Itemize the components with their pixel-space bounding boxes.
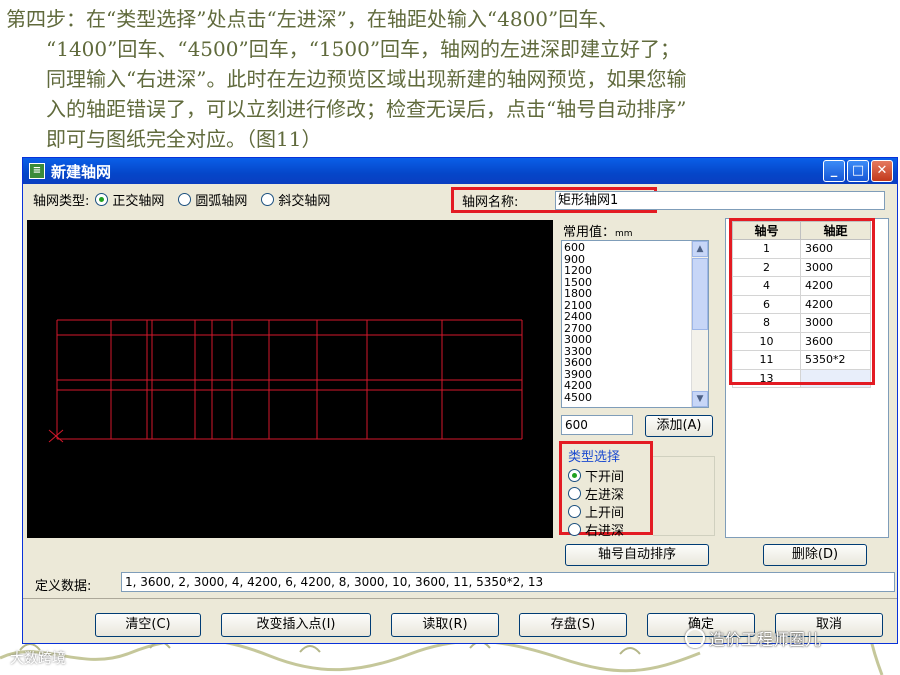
radio-label: 右进深 [585,523,625,539]
radio-dot [261,193,275,206]
radio-label: 上开间 [585,505,625,521]
grid-name-input[interactable]: 矩形轴网1 [555,191,885,210]
radio-label: 左进深 [585,487,625,503]
window-title: 新建轴网 [51,162,112,181]
corner-watermark: 大数跨境 [10,651,66,667]
common-value-item[interactable]: 1800 [564,288,706,300]
unit-label: mm [615,229,633,239]
common-values-list[interactable]: 600 900 1200 1500 1800 2100 2400 2700 3000 3300 36… [561,240,709,408]
type-select-title: 类型选择 [568,450,621,465]
grid-name-label: 轴网名称: [462,194,519,210]
radio-dot [568,522,581,536]
radio-bottom-bay[interactable]: 下开间 [568,466,644,485]
instruction-line: 即可与图纸完全对应。（图11） [46,127,322,151]
radio-dot [568,486,581,500]
radio-dot [568,504,581,518]
close-button[interactable]: ✕ [871,160,893,182]
scroll-thumb[interactable] [692,258,708,330]
common-value-item[interactable]: 600 [564,242,706,254]
definition-data-input[interactable]: 1, 3600, 2, 3000, 4, 4200, 6, 4200, 8, 3… [121,572,895,592]
slide-instructions: 第四步：在“类型选择”处点击“左进深”，在轴距处输入“4800”回车、 “140… [6,4,886,154]
minimize-button[interactable]: _ [823,160,845,182]
common-value-item[interactable]: 3000 [564,334,706,346]
scroll-down-icon[interactable]: ▼ [692,391,708,407]
common-value-item[interactable]: 4200 [564,380,706,392]
radio-dot [178,193,192,206]
list-scrollbar[interactable]: ▲ ▼ [691,241,708,407]
app-icon: ≡ [29,163,45,179]
clear-button[interactable]: 清空(C) [95,613,201,637]
wechat-watermark: 造价工程师圈儿 [685,626,821,650]
radio-left-depth[interactable]: 左进深 [568,484,644,503]
axis-table-highlight [729,218,875,385]
radio-arc-grid[interactable]: 圆弧轴网 [178,190,247,209]
definition-data-label: 定义数据: [35,579,92,594]
instruction-line: “1400”回车、“4500”回车，“1500”回车，轴网的左进深即建立好了； [46,37,681,61]
radio-label: 斜交轴网 [278,194,331,209]
watermark-text: 造价工程师圈儿 [709,630,822,649]
scroll-up-icon[interactable]: ▲ [692,241,708,257]
common-values-label: 常用值：mm [563,221,633,240]
wechat-icon [685,628,705,648]
radio-dot [568,468,581,482]
divider [23,598,897,599]
radio-label: 下开间 [585,469,625,485]
type-group-frame [653,456,715,536]
new-axis-grid-dialog: ≡ 新建轴网 _ □ ✕ 轴网类型: 正交轴网 圆弧轴网 斜交轴网 轴网名称: … [22,157,898,644]
radio-right-depth[interactable]: 右进深 [568,520,644,539]
instruction-line: 入的轴距错误了，可以立刻进行修改；检查无误后，点击“轴号自动排序” [46,97,687,121]
delete-button[interactable]: 删除(D) [763,544,867,566]
add-button[interactable]: 添加(A) [645,415,713,437]
instruction-line: 同理输入“右进深”。此时在左边预览区域出现新建的轴网预览，如果您输 [46,67,687,91]
common-value-item[interactable]: 3600 [564,357,706,369]
common-value-item[interactable]: 1200 [564,265,706,277]
radio-top-bay[interactable]: 上开间 [568,502,644,521]
common-values-text: 常用值： [563,225,616,240]
spacing-value-input[interactable]: 600 [561,415,633,435]
radio-label: 正交轴网 [112,194,165,209]
common-value-item[interactable]: 4500 [564,391,706,404]
load-button[interactable]: 读取(R) [391,613,499,637]
grid-preview-drawing [48,319,523,443]
radio-label: 圆弧轴网 [195,194,248,209]
grid-type-label: 轴网类型: [33,194,90,209]
common-value-item[interactable]: 2400 [564,311,706,323]
change-insert-point-button[interactable]: 改变插入点(I) [221,613,371,637]
grid-type-row: 轴网类型: 正交轴网 圆弧轴网 斜交轴网 [33,190,344,209]
save-button[interactable]: 存盘(S) [519,613,627,637]
maximize-button[interactable]: □ [847,160,869,182]
radio-oblique-grid[interactable]: 斜交轴网 [261,190,330,209]
grid-preview-canvas[interactable] [27,220,553,538]
radio-dot [95,193,109,206]
type-select-group: 类型选择 下开间 左进深 上开间 右进深 [559,441,653,539]
title-bar[interactable]: ≡ 新建轴网 _ □ ✕ [23,158,897,184]
radio-orthogonal-grid[interactable]: 正交轴网 [95,190,164,209]
instruction-line: 第四步：在“类型选择”处点击“左进深”，在轴距处输入“4800”回车、 [6,7,619,31]
auto-sort-axis-button[interactable]: 轴号自动排序 [565,544,709,566]
